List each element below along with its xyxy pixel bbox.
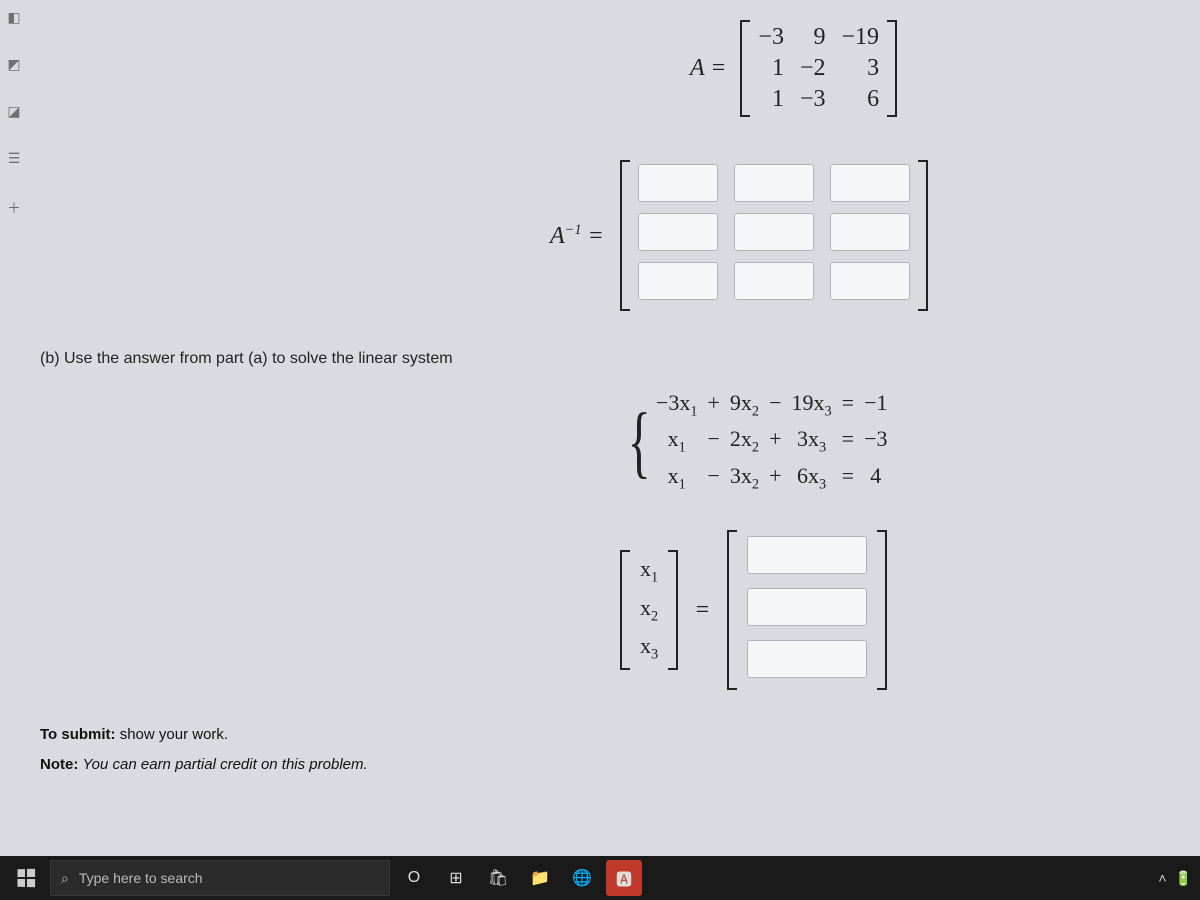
- equals-sign: =: [696, 597, 710, 624]
- matrix-cell: 6: [842, 86, 880, 113]
- solution-input-brackets: [727, 530, 887, 690]
- ainv-input-23[interactable]: [830, 213, 910, 251]
- start-button[interactable]: [8, 860, 44, 896]
- search-placeholder: Type here to search: [79, 870, 203, 886]
- note-text: You can earn partial credit on this prob…: [83, 756, 368, 773]
- matrix-A-label: A =: [690, 55, 726, 82]
- ainv-input-13[interactable]: [830, 164, 910, 202]
- tray-chevron-icon[interactable]: ˄: [1158, 870, 1166, 886]
- ainv-input-33[interactable]: [830, 262, 910, 300]
- linear-system: { −3x1 + 9x2 − 19x3 = −1 x1 − 2x2 + 3x3 …: [620, 390, 909, 493]
- ainv-input-12[interactable]: [734, 164, 814, 202]
- matrix-cell: −19: [842, 24, 880, 51]
- a-inverse-label: A−1 =: [550, 222, 604, 250]
- matrix-cell: 1: [758, 86, 784, 113]
- matrix-A-definition: A = −3 9 −19 1 −2 3 1 −3 6: [690, 20, 897, 117]
- solution-input-grid: [737, 530, 877, 690]
- system-brace-icon: {: [628, 402, 651, 482]
- matrix-cell: −3: [758, 24, 784, 51]
- a-inverse-brackets: [620, 160, 928, 311]
- ainv-input-22[interactable]: [734, 213, 814, 251]
- matrix-A-inverse: A−1 =: [550, 160, 928, 311]
- matrix-A-grid: −3 9 −19 1 −2 3 1 −3 6: [750, 20, 887, 117]
- taskview-icon[interactable]: ⊞: [438, 860, 474, 896]
- note-label: Note:: [40, 756, 83, 773]
- taskbar-tray: ˄ 🔋: [1158, 870, 1192, 887]
- matrix-cell: −3: [800, 86, 826, 113]
- matrix-cell: 9: [800, 24, 826, 51]
- solution-vector: x1 x2 x3 =: [620, 530, 887, 690]
- app-icon[interactable]: 🅰: [606, 860, 642, 896]
- tool-icon[interactable]: ◪: [7, 104, 20, 121]
- tool-icon[interactable]: ◧: [7, 10, 20, 27]
- ainv-input-21[interactable]: [638, 213, 718, 251]
- tool-icon[interactable]: ＋: [7, 198, 21, 218]
- submit-label: To submit:: [40, 726, 120, 743]
- matrix-A-brackets: −3 9 −19 1 −2 3 1 −3 6: [740, 20, 897, 117]
- matrix-cell: 3: [842, 55, 880, 82]
- x1-input[interactable]: [747, 536, 867, 574]
- ainv-input-31[interactable]: [638, 262, 718, 300]
- browser-icon[interactable]: 🌐: [564, 860, 600, 896]
- submit-text: show your work.: [120, 726, 228, 743]
- windows-taskbar: ⌕ Type here to search O ⊞ 🛍 📁 🌐 🅰 ˄ 🔋: [0, 856, 1200, 900]
- matrix-cell: 1: [758, 55, 784, 82]
- x-vector-grid: x1 x2 x3: [630, 550, 668, 669]
- tool-icon[interactable]: ☰: [8, 151, 21, 168]
- battery-icon[interactable]: 🔋: [1175, 870, 1192, 887]
- ainv-input-32[interactable]: [734, 262, 814, 300]
- tool-icon[interactable]: ◩: [7, 57, 20, 74]
- left-toolbar: ◧ ◩ ◪ ☰ ＋: [2, 0, 26, 218]
- cortana-icon[interactable]: O: [396, 860, 432, 896]
- x-vector-brackets: x1 x2 x3: [620, 550, 678, 669]
- ainv-input-11[interactable]: [638, 164, 718, 202]
- footer-notes: To submit: show your work. Note: You can…: [40, 720, 368, 780]
- windows-logo-icon: [17, 869, 35, 888]
- a-inverse-grid: [630, 160, 918, 311]
- part-b-text: (b) Use the answer from part (a) to solv…: [40, 350, 453, 368]
- file-explorer-icon[interactable]: 📁: [522, 860, 558, 896]
- matrix-cell: −2: [800, 55, 826, 82]
- store-icon[interactable]: 🛍: [480, 860, 516, 896]
- x2-input[interactable]: [747, 588, 867, 626]
- taskbar-search[interactable]: ⌕ Type here to search: [50, 860, 390, 896]
- x3-input[interactable]: [747, 640, 867, 678]
- system-grid: −3x1 + 9x2 − 19x3 = −1 x1 − 2x2 + 3x3 = …: [656, 390, 910, 493]
- search-icon: ⌕: [61, 870, 69, 887]
